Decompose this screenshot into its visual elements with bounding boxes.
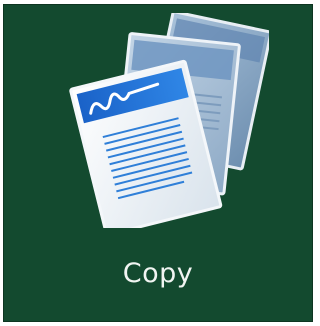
copy-documents-icon xyxy=(69,13,269,228)
copy-tile[interactable]: Copy xyxy=(3,4,313,322)
tile-label: Copy xyxy=(122,258,194,289)
